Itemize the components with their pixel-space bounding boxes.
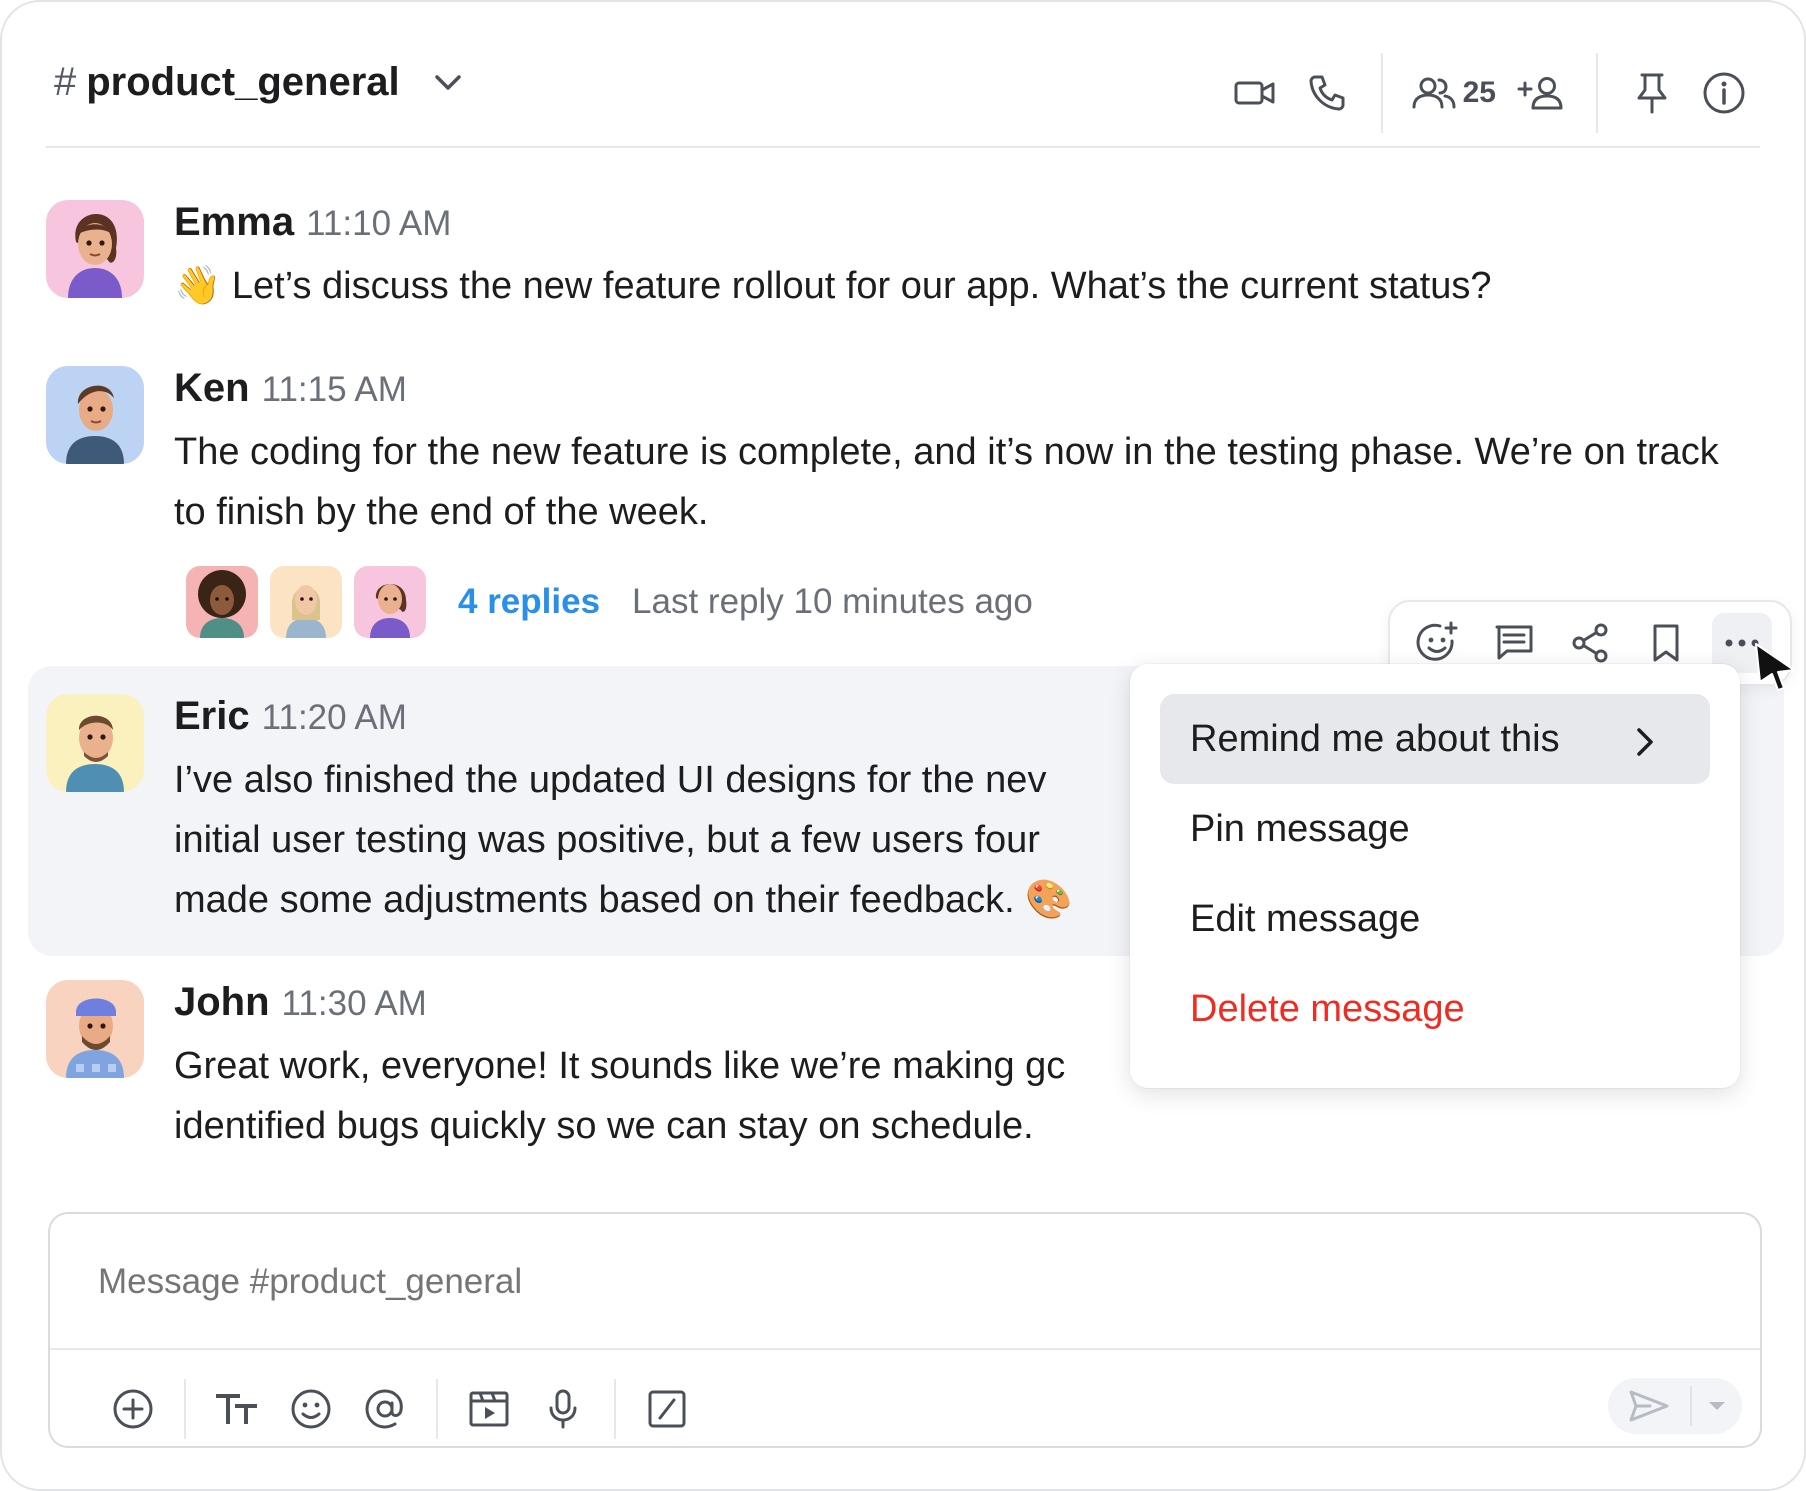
avatar[interactable] <box>46 694 144 792</box>
menu-item-remind[interactable]: Remind me about this <box>1160 694 1710 784</box>
video-call-icon[interactable] <box>1219 63 1291 123</box>
microphone-icon[interactable] <box>526 1379 600 1439</box>
channel-header: # product_general 25 <box>46 40 1760 148</box>
chevron-down-icon[interactable] <box>434 74 462 92</box>
message[interactable]: Ken 11:15 AM The coding for the new feat… <box>46 366 1760 536</box>
message-text: The coding for the new feature is comple… <box>174 431 1719 533</box>
send-button[interactable] <box>1608 1378 1690 1434</box>
header-divider <box>1380 53 1383 133</box>
pin-icon[interactable] <box>1616 63 1688 123</box>
thread-last-reply: Last reply 10 minutes ago <box>632 582 1033 621</box>
menu-item-pin[interactable]: Pin message <box>1160 784 1710 874</box>
message-author[interactable]: Eric <box>174 694 250 739</box>
menu-item-label: Remind me about this <box>1190 717 1560 760</box>
toolbar-divider <box>614 1379 616 1439</box>
message-author[interactable]: Emma <box>174 200 294 245</box>
message-input[interactable] <box>98 1262 1698 1302</box>
member-count: 25 <box>1462 76 1496 109</box>
add-attachment-icon[interactable] <box>96 1379 170 1439</box>
menu-item-label: Pin message <box>1190 807 1410 850</box>
send-button-group <box>1608 1378 1742 1434</box>
message[interactable]: Emma 11:10 AM 👋 Let’s discuss the new fe… <box>46 200 1760 320</box>
message-text: I’ve also finished the updated UI design… <box>174 759 1073 921</box>
text-format-icon[interactable] <box>200 1379 274 1439</box>
toolbar-divider <box>436 1379 438 1439</box>
message-context-menu: Remind me about this Pin message Edit me… <box>1130 664 1740 1088</box>
composer-toolbar <box>96 1374 704 1444</box>
chat-window: # product_general 25 Emma 11:10 AM 👋 Let… <box>0 0 1806 1491</box>
info-icon[interactable] <box>1688 63 1760 123</box>
emoji-icon[interactable] <box>274 1379 348 1439</box>
avatar[interactable] <box>46 980 144 1078</box>
menu-item-label: Edit message <box>1190 897 1421 940</box>
message-time: 11:10 AM <box>306 204 452 243</box>
message-time: 11:30 AM <box>281 984 427 1023</box>
composer-divider <box>50 1348 1760 1350</box>
menu-item-edit[interactable]: Edit message <box>1160 874 1710 964</box>
send-options-chevron-icon[interactable] <box>1692 1400 1742 1412</box>
video-clip-icon[interactable] <box>452 1379 526 1439</box>
toolbar-divider <box>184 1379 186 1439</box>
thread-participant-avatar <box>270 566 342 638</box>
members-icon <box>1412 77 1456 109</box>
message-composer <box>48 1212 1762 1448</box>
thread-replies-link[interactable]: 4 replies <box>458 582 600 622</box>
message-time: 11:15 AM <box>261 370 407 409</box>
message-text: 👋 Let’s discuss the new feature rollout … <box>174 265 1492 307</box>
members-button[interactable]: 25 <box>1401 76 1506 110</box>
channel-name: product_general <box>86 60 400 104</box>
menu-item-label: Delete message <box>1190 987 1465 1030</box>
add-member-icon[interactable] <box>1506 63 1578 123</box>
avatar[interactable] <box>46 200 144 298</box>
thread-participant-avatar <box>186 566 258 638</box>
message-author[interactable]: John <box>174 980 270 1025</box>
phone-call-icon[interactable] <box>1291 63 1363 123</box>
message-text: Great work, everyone! It sounds like we’… <box>174 1045 1066 1147</box>
message-time: 11:20 AM <box>261 698 407 737</box>
mention-icon[interactable] <box>348 1379 422 1439</box>
mouse-cursor-icon <box>1754 642 1798 697</box>
message-author[interactable]: Ken <box>174 366 250 411</box>
header-divider <box>1596 53 1598 133</box>
channel-title[interactable]: # product_general <box>54 60 462 105</box>
avatar[interactable] <box>46 366 144 464</box>
chevron-right-icon <box>1636 724 1654 767</box>
thread-summary[interactable]: 4 replies Last reply 10 minutes ago <box>186 566 1033 638</box>
thread-participant-avatar <box>354 566 426 638</box>
slash-command-icon[interactable] <box>630 1379 704 1439</box>
channel-hash: # <box>54 60 77 104</box>
menu-item-delete[interactable]: Delete message <box>1160 964 1710 1054</box>
